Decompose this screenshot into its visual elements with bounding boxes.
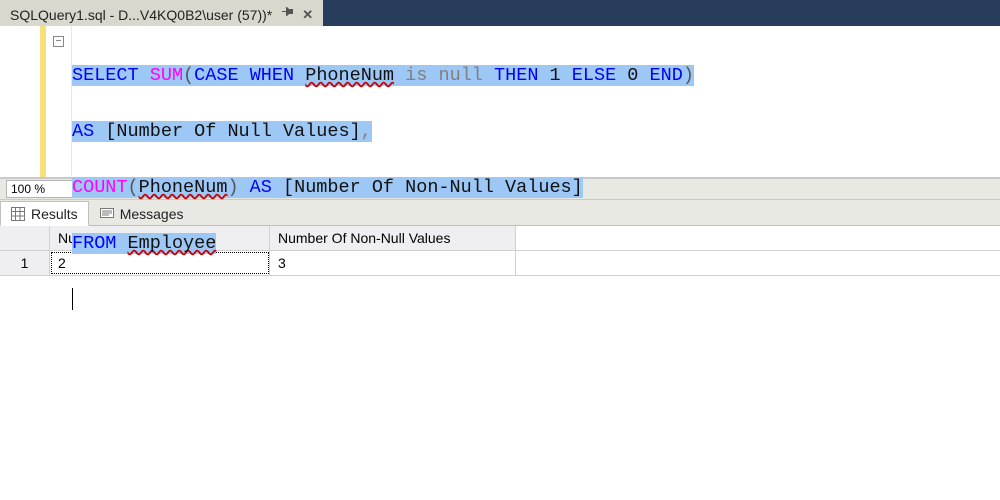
tab-results[interactable]: Results [0, 201, 89, 226]
collapse-icon[interactable]: − [53, 36, 64, 47]
zoom-value: 100 % [11, 182, 45, 196]
row-selector-header[interactable] [0, 226, 50, 250]
row-number[interactable]: 1 [0, 251, 50, 275]
document-tab[interactable]: SQLQuery1.sql - D...V4KQ0B2\user (57))* … [0, 0, 323, 26]
code-text[interactable]: SELECT SUM(CASE WHEN PhoneNum is null TH… [72, 26, 698, 177]
sql-editor[interactable]: − SELECT SUM(CASE WHEN PhoneNum is null … [0, 26, 1000, 178]
tab-messages[interactable]: Messages [89, 201, 195, 226]
outline-toggle[interactable]: − [46, 26, 71, 177]
ssms-window: SQLQuery1.sql - D...V4KQ0B2\user (57))* … [0, 0, 1000, 500]
document-tab-title: SQLQuery1.sql - D...V4KQ0B2\user (57))* [10, 7, 272, 23]
messages-icon [100, 207, 114, 221]
tab-actions: ✕ [282, 7, 313, 23]
pin-icon[interactable] [282, 7, 294, 22]
tab-messages-label: Messages [120, 206, 184, 222]
results-grid-icon [11, 207, 25, 221]
close-icon[interactable]: ✕ [302, 7, 313, 23]
document-tab-strip: SQLQuery1.sql - D...V4KQ0B2\user (57))* … [0, 0, 1000, 26]
editor-margin: − [0, 26, 72, 177]
text-caret [72, 288, 73, 310]
tab-results-label: Results [31, 206, 78, 222]
